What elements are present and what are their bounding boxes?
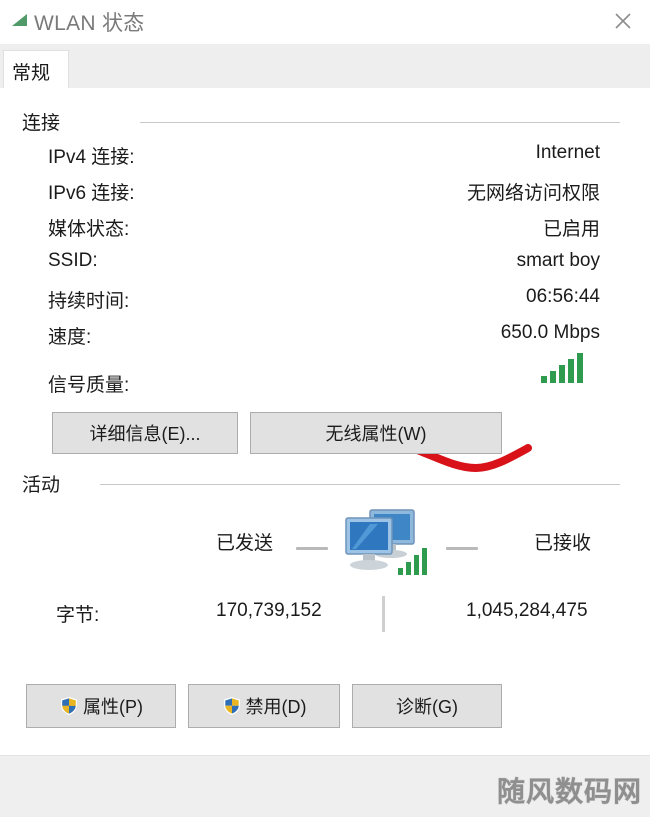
wifi-signal-icon [10, 11, 30, 29]
speed-value: 650.0 Mbps [500, 322, 600, 343]
window-title: WLAN 状态 [34, 12, 145, 35]
network-monitors-icon [340, 506, 432, 583]
bytes-label: 字节: [56, 605, 100, 626]
tab-strip: 常规 [0, 44, 650, 89]
received-label: 已接收 [534, 533, 592, 554]
shield-icon [222, 696, 242, 716]
tab-general-label: 常规 [12, 63, 51, 84]
diagnose-button-label: 诊断(G) [396, 697, 458, 717]
wireless-properties-button-label: 无线属性(W) [325, 424, 427, 444]
diagnose-button[interactable]: 诊断(G) [352, 684, 502, 728]
tab-general[interactable]: 常规 [3, 50, 69, 88]
media-state-value: 已启用 [542, 219, 600, 240]
shield-icon [59, 696, 79, 716]
activity-section-header: 活动 [22, 475, 61, 496]
signal-bars-icon [540, 352, 588, 389]
activity-section-rule [100, 484, 620, 485]
sent-dash [296, 547, 328, 550]
disable-button[interactable]: 禁用(D) [188, 684, 340, 728]
disable-button-label: 禁用(D) [245, 697, 307, 717]
properties-button[interactable]: 属性(P) [26, 684, 176, 728]
ipv4-value: Internet [535, 142, 600, 163]
dialog-body: 连接 IPv4 连接: Internet IPv6 连接: 无网络访问权限 媒体… [0, 88, 650, 755]
close-icon[interactable] [602, 4, 644, 38]
wireless-properties-button[interactable]: 无线属性(W) [250, 412, 502, 454]
media-state-label: 媒体状态: [48, 219, 130, 240]
ssid-value: smart boy [516, 250, 600, 271]
ipv6-label: IPv6 连接: [48, 183, 135, 204]
speed-label: 速度: [48, 327, 92, 348]
ipv6-value: 无网络访问权限 [466, 183, 600, 204]
received-dash [446, 547, 478, 550]
properties-button-label: 属性(P) [83, 697, 143, 717]
activity-divider [382, 596, 385, 632]
ipv4-label: IPv4 连接: [48, 147, 135, 168]
signal-quality-label: 信号质量: [48, 375, 130, 396]
duration-label: 持续时间: [48, 291, 130, 312]
bytes-received-value: 1,045,284,475 [466, 600, 588, 621]
wlan-status-dialog: WLAN 状态 常规 连接 IPv4 连接: Internet IPv6 连接:… [0, 0, 650, 817]
details-button[interactable]: 详细信息(E)... [52, 412, 238, 454]
footer-bar: 随风数码网 [0, 755, 650, 817]
ssid-label: SSID: [48, 250, 98, 271]
title-bar: WLAN 状态 [0, 0, 650, 44]
sent-label: 已发送 [216, 533, 274, 554]
connection-section-rule [140, 122, 620, 123]
duration-value: 06:56:44 [526, 286, 600, 307]
details-button-label: 详细信息(E)... [89, 424, 201, 444]
connection-section-header: 连接 [22, 113, 61, 134]
bytes-sent-value: 170,739,152 [216, 600, 322, 621]
watermark: 随风数码网 [496, 776, 642, 808]
